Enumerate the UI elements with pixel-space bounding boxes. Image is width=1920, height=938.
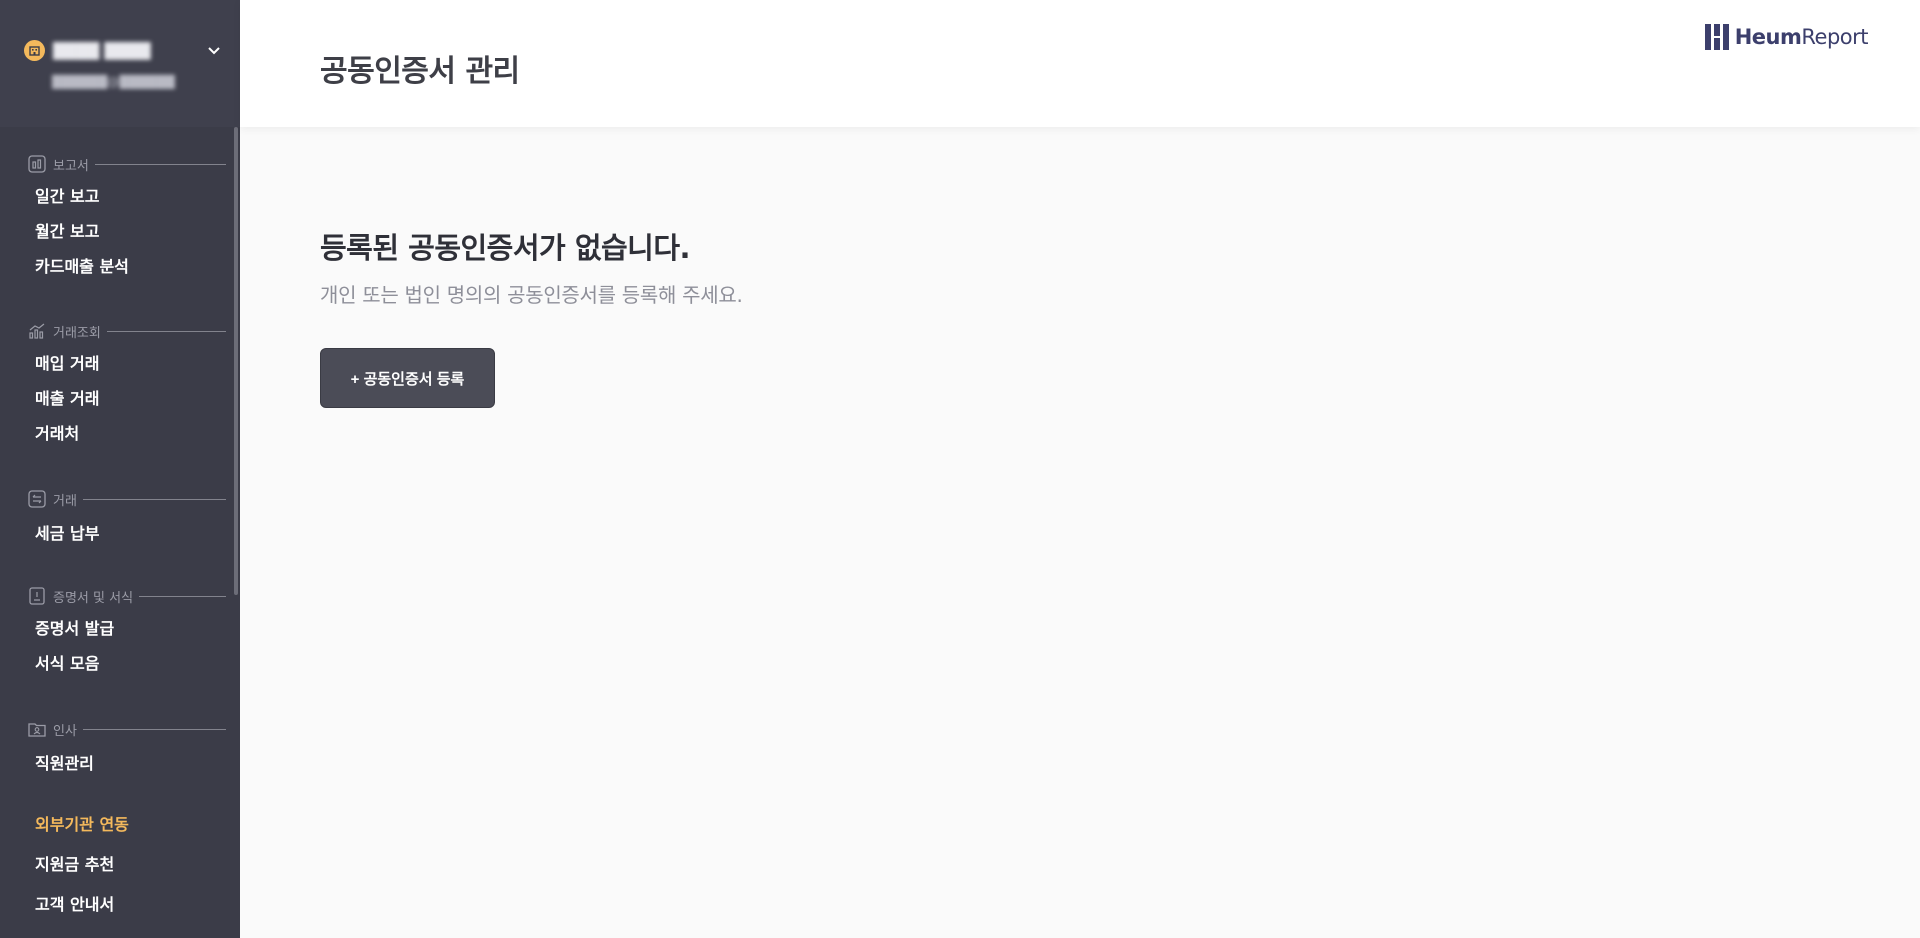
nav-item-sales-transactions[interactable]: 매출 거래 <box>28 381 234 416</box>
nav-item-clients[interactable]: 거래처 <box>28 416 234 451</box>
empty-state-title: 등록된 공동인증서가 없습니다. <box>320 231 691 265</box>
account-email: ██████@██████ <box>52 75 175 89</box>
account-name: ████ ████ <box>53 41 151 60</box>
nav-section-certificates: 증명서 및 서식 증명서 발급 서식 모음 <box>0 585 234 681</box>
section-label: 보고서 <box>53 158 89 174</box>
sidebar-bottom-nav: 외부기관 연동 지원금 추천 고객 안내서 <box>0 791 240 938</box>
nav-item-customer-guide[interactable]: 고객 안내서 <box>0 885 240 925</box>
nav-item-daily-report[interactable]: 일간 보고 <box>28 179 234 214</box>
register-certificate-button[interactable]: + 공동인증서 등록 <box>320 348 495 408</box>
person-folder-icon <box>28 723 46 737</box>
chevron-down-icon[interactable] <box>206 42 222 58</box>
nav-item-certificate-issuance[interactable]: 증명서 발급 <box>28 611 234 646</box>
chart-icon <box>29 323 45 339</box>
page-title: 공동인증서 관리 <box>320 54 520 89</box>
section-label: 거래조회 <box>53 325 101 341</box>
section-label: 인사 <box>53 723 77 739</box>
nav-item-tax-payment[interactable]: 세금 납부 <box>28 516 234 551</box>
sidebar-scrollbar[interactable] <box>234 127 238 595</box>
nav-item-employee-management[interactable]: 직원관리 <box>28 746 234 781</box>
sidebar-nav: 보고서 일간 보고 월간 보고 카드매출 분석 거래조회 매입 거래 매출 거래… <box>0 127 240 791</box>
divider <box>106 330 226 332</box>
nav-item-external-integration[interactable]: 외부기관 연동 <box>0 805 240 845</box>
nav-section-transactions-lookup: 거래조회 매입 거래 매출 거래 거래처 <box>0 320 234 451</box>
logo-text-bold: Heum <box>1734 25 1802 49</box>
sidebar: ████ ████ ██████@██████ 보고서 일간 보고 월간 보고 … <box>0 0 240 938</box>
nav-item-monthly-report[interactable]: 월간 보고 <box>28 214 234 249</box>
report-icon <box>28 155 46 173</box>
nav-item-card-sales-analysis[interactable]: 카드매출 분석 <box>28 249 234 284</box>
heum-report-logo[interactable]: Heum Report <box>1704 24 1868 50</box>
nav-section-hr: 인사 직원관리 <box>0 718 234 781</box>
divider <box>139 595 226 597</box>
divider <box>82 728 226 730</box>
section-label: 거래 <box>53 493 77 509</box>
main-content: 등록된 공동인증서가 없습니다. 개인 또는 법인 명의의 공동인증서를 등록해… <box>240 127 1920 938</box>
nav-item-purchase-transactions[interactable]: 매입 거래 <box>28 346 234 381</box>
nav-section-transactions: 거래 세금 납부 <box>0 488 234 551</box>
page-header: 공동인증서 관리 Heum Report <box>240 0 1920 127</box>
logo-mark-icon <box>1704 24 1729 50</box>
building-icon <box>24 40 45 61</box>
divider <box>94 163 226 165</box>
divider <box>82 498 226 500</box>
nav-section-report: 보고서 일간 보고 월간 보고 카드매출 분석 <box>0 153 234 284</box>
empty-state-subtitle: 개인 또는 법인 명의의 공동인증서를 등록해 주세요. <box>320 283 743 307</box>
certificate-icon <box>29 587 45 605</box>
logo-text-light: Report <box>1801 25 1868 49</box>
section-label: 증명서 및 서식 <box>53 590 134 606</box>
nav-item-subsidy-recommendation[interactable]: 지원금 추천 <box>0 845 240 885</box>
nav-item-form-collection[interactable]: 서식 모음 <box>28 646 234 681</box>
account-switcher[interactable]: ████ ████ ██████@██████ <box>0 0 240 127</box>
exchange-icon <box>28 490 46 508</box>
